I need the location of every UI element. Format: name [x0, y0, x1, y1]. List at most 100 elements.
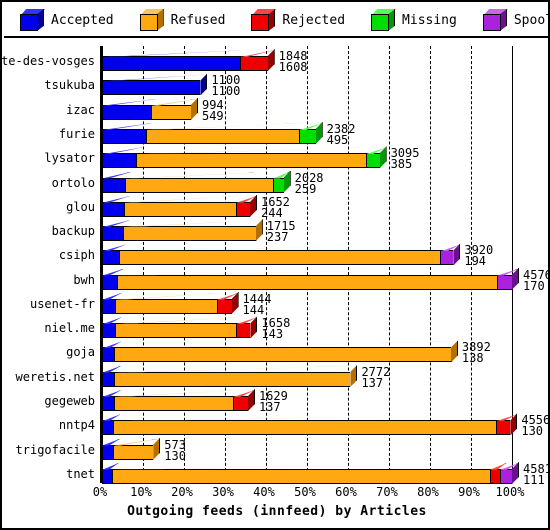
- bar-segment-spooled: [440, 244, 461, 266]
- x-tick-100pct: 100%: [495, 485, 525, 499]
- bar-value-labels-csiph: 3920 194: [464, 244, 493, 269]
- bar-segment-refused: [151, 98, 198, 120]
- legend-item-accepted: Accepted: [20, 9, 114, 31]
- bar-segment-refused: [114, 317, 243, 339]
- x-tick-0pct: 0%: [92, 485, 108, 499]
- bar-segment-accepted: [102, 220, 131, 242]
- bar-usenet-fr: [102, 291, 239, 314]
- legend-swatch-accepted-icon: [20, 9, 45, 31]
- bar-segment-refused: [113, 414, 503, 436]
- x-tick-80pct: 80%: [417, 485, 439, 499]
- bar-ortolo: [102, 170, 291, 193]
- bar-value-secondary: 130: [164, 448, 186, 463]
- bar-segment-refused: [113, 438, 161, 460]
- bar-segment-accepted: [102, 244, 127, 266]
- y-axis-label-glou: glou: [66, 199, 95, 214]
- bar-value-secondary: 170: [523, 278, 545, 293]
- bar-segment-accepted: [102, 147, 144, 169]
- bar-value-labels-niel.me: 1658 143: [261, 317, 290, 342]
- bar-segment-spooled: [499, 462, 519, 484]
- bar-segment-refused: [114, 390, 241, 412]
- chart-legend: Accepted Refused Rejected Missing Spooled: [4, 4, 548, 38]
- bar-bwh: [102, 267, 519, 290]
- y-axis-label-tnet: tnet: [66, 466, 95, 481]
- legend-swatch-refused-icon: [139, 9, 165, 31]
- bar-value-secondary: 495: [326, 132, 349, 147]
- x-tick-50pct: 50%: [294, 485, 316, 499]
- legend-item-refused: Refused: [139, 9, 225, 31]
- y-axis-label-bwh: bwh: [73, 272, 95, 287]
- bar-segment-rejected: [216, 292, 239, 314]
- bar-segment-refused: [114, 292, 224, 314]
- bar-segment-accepted: [102, 462, 119, 484]
- bar-goja: [102, 340, 458, 363]
- y-axis-label-bete-des-vosges: bete-des-vosges: [1, 54, 95, 69]
- bar-segment-refused: [119, 244, 448, 266]
- bar-segment-refused: [123, 195, 244, 217]
- x-tick-30pct: 30%: [212, 485, 234, 499]
- y-axis-label-lysator: lysator: [44, 151, 95, 166]
- bar-value-secondary: 194: [464, 254, 487, 269]
- bar-segment-missing: [365, 147, 387, 169]
- bar-value-labels-ortolo: 2028 259: [294, 172, 324, 196]
- legend-swatch-spooled-icon: [482, 9, 508, 31]
- x-tick-60pct: 60%: [335, 485, 357, 499]
- bar-segment-accepted: [102, 74, 208, 96]
- legend-swatch-missing-icon: [371, 9, 397, 31]
- y-axis-label-niel.me: niel.me: [44, 321, 95, 336]
- bar-csiph: [102, 243, 461, 266]
- bar-value-secondary: 385: [390, 157, 413, 172]
- bar-value-labels-goja: 3892 138: [462, 341, 491, 364]
- bar-segment-accepted: [102, 414, 121, 436]
- bar-segment-refused: [146, 122, 307, 144]
- bar-segment-accepted: [102, 292, 122, 314]
- y-axis-label-trigofacile: trigofacile: [15, 442, 95, 457]
- bar-value-labels-gegeweb: 1629 137: [259, 390, 288, 413]
- bar-segment-refused: [114, 365, 358, 387]
- plot-area: 1848 1608 1100 1100 994 549 2382 495 3095 385 2028…: [100, 46, 548, 486]
- x-tick-10pct: 10%: [130, 485, 152, 499]
- y-axis-label-tsukuba: tsukuba: [44, 78, 95, 93]
- legend-label: Missing: [402, 12, 457, 28]
- bar-glou: [102, 194, 257, 217]
- bar-nntp4: [102, 413, 518, 436]
- bar-segment-rejected: [489, 462, 507, 484]
- bar-segment-accepted: [102, 50, 247, 72]
- bar-segment-accepted: [102, 195, 131, 217]
- bar-value-secondary: 130: [521, 424, 544, 439]
- bar-value-secondary: 259: [294, 181, 317, 196]
- bar-segment-rejected: [235, 317, 258, 339]
- x-tick-20pct: 20%: [171, 485, 193, 499]
- bar-segment-spooled: [496, 268, 519, 290]
- bar-segment-missing: [299, 122, 323, 144]
- bar-value-labels-izac: 994 549: [202, 99, 224, 122]
- bar-value-labels-tsukuba: 1100 1100: [211, 74, 240, 97]
- bar-segment-accepted: [102, 268, 125, 290]
- bar-segment-rejected: [239, 50, 275, 72]
- bar-value-secondary: 143: [261, 327, 284, 342]
- y-axis-label-weretis.net: weretis.net: [15, 369, 95, 384]
- x-tick-90pct: 90%: [458, 485, 480, 499]
- x-tick-40pct: 40%: [253, 485, 275, 499]
- bar-tnet: [102, 461, 519, 484]
- bar-segment-accepted: [102, 341, 122, 363]
- bar-value-secondary: 1608: [278, 60, 308, 75]
- bar-segment-accepted: [102, 438, 121, 460]
- bar-bete-des-vosges: [102, 49, 275, 72]
- legend-label: Accepted: [51, 12, 114, 28]
- gridline-100: [512, 46, 513, 481]
- bar-segment-accepted: [102, 390, 122, 412]
- bar-value-labels-usenet-fr: 1444 144: [243, 293, 272, 316]
- legend-label: Spooled: [513, 12, 548, 28]
- bar-value-labels-nntp4: 4556 130: [521, 414, 548, 439]
- bar-gegeweb: [102, 389, 255, 412]
- bar-furie: [102, 121, 323, 144]
- y-axis-label-backup: backup: [51, 224, 95, 239]
- bar-segment-rejected: [233, 390, 255, 412]
- bar-segment-refused: [136, 147, 373, 169]
- y-axis-label-ortolo: ortolo: [51, 175, 95, 190]
- bar-segment-accepted: [102, 365, 122, 387]
- y-axis-labels: bete-des-vosges tsukuba izac furie lysator or…: [2, 46, 98, 483]
- chart-page: Accepted Refused Rejected Missing Spooled be…: [0, 0, 550, 530]
- bar-value-secondary: 137: [361, 375, 384, 390]
